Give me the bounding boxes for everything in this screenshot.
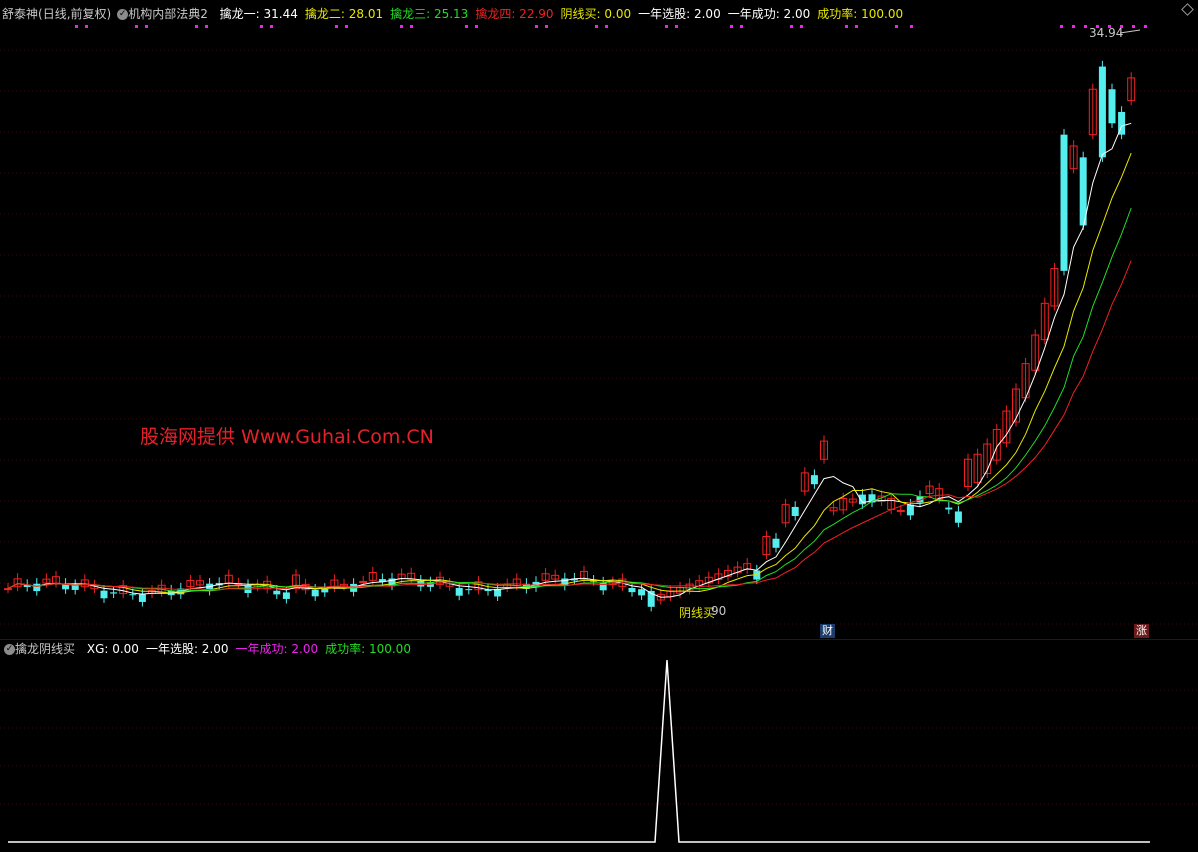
- finance-badge[interactable]: 财: [820, 624, 835, 638]
- signal-dot: [195, 25, 198, 28]
- signal-dot: [595, 25, 598, 28]
- candle-body: [282, 592, 290, 599]
- signal-dot: [605, 25, 608, 28]
- sub-value-1: 一年选股: 2.00: [145, 642, 229, 656]
- signal-dot: [845, 25, 848, 28]
- candle-body: [71, 585, 79, 590]
- candle-body: [129, 594, 137, 596]
- signal-dot: [895, 25, 898, 28]
- signal-dot: [740, 25, 743, 28]
- ma-line-2: [7, 152, 1132, 594]
- candle-body: [1060, 134, 1068, 271]
- indicator-value-5: 一年选股: 2.00: [638, 7, 721, 21]
- xg-line: [8, 659, 1150, 843]
- candle-body: [4, 588, 12, 591]
- indicator-value-3: 擒龙四: 22.90: [475, 7, 554, 21]
- signal-dot: [855, 25, 858, 28]
- signal-dot: [465, 25, 468, 28]
- chart-mode: (日线,前复权): [38, 7, 112, 21]
- signal-dot: [205, 25, 208, 28]
- candle-body: [896, 509, 905, 512]
- signal-dot: [335, 25, 338, 28]
- candle-body: [455, 587, 463, 596]
- indicator-header: ✓ 擒龙阴线买 XG: 0.00 一年选股: 2.00 一年成功: 2.00 成功率: …: [2, 640, 418, 658]
- signal-dot: [1132, 25, 1135, 28]
- watermark: 股海网提供 Www.Guhai.Com.CN: [140, 426, 434, 448]
- signal-dot: [910, 25, 913, 28]
- candle-body: [791, 506, 799, 517]
- signal-dot: [675, 25, 678, 28]
- signal-dot: [75, 25, 78, 28]
- candle-body: [906, 504, 914, 516]
- candle-body: [100, 590, 108, 599]
- signal-value: 90: [711, 604, 727, 618]
- signal-dot: [400, 25, 403, 28]
- limit-up-badge[interactable]: 涨: [1134, 624, 1149, 638]
- candle-body: [110, 592, 118, 594]
- indicator-value-2: 擒龙三: 25.13: [390, 7, 469, 21]
- candle-body: [33, 583, 41, 592]
- indicator-value-6: 一年成功: 2.00: [727, 7, 811, 21]
- candle-body: [772, 538, 780, 548]
- signal-dot: [260, 25, 263, 28]
- ma-line-3: [7, 207, 1132, 592]
- candle-body: [599, 582, 607, 591]
- candle-body: [810, 475, 818, 485]
- signal-dot: [800, 25, 803, 28]
- indicator-value-4: 阴线买: 0.00: [560, 7, 632, 21]
- candle-body: [1108, 89, 1116, 124]
- signal-dot: [345, 25, 348, 28]
- signal-dot: [135, 25, 138, 28]
- candle-body: [321, 588, 329, 593]
- candle-body: [359, 580, 368, 583]
- indicator-values: 擒龙一: 31.44 擒龙二: 28.01 擒龙三: 25.13 擒龙四: 22.90…: [220, 7, 910, 21]
- signal-dot: [535, 25, 538, 28]
- signal-dot: [270, 25, 273, 28]
- signal-dot: [665, 25, 668, 28]
- indicator-value-0: 擒龙一: 31.44: [219, 7, 298, 21]
- indicator-settings-icon[interactable]: ✓: [4, 644, 15, 655]
- signal-dot: [790, 25, 793, 28]
- signal-dot: [1144, 25, 1147, 28]
- indicator-formula[interactable]: 擒龙阴线买: [15, 642, 75, 656]
- signal-dot: [475, 25, 478, 28]
- sub-value-3: 成功率: 100.00: [325, 642, 411, 656]
- signal-dot: [410, 25, 413, 28]
- indicator-sub-values: XG: 0.00 一年选股: 2.00 一年成功: 2.00 成功率: 100.00: [87, 642, 418, 656]
- indicator-value-7: 成功率: 100.00: [817, 7, 904, 21]
- main-chart-panel[interactable]: 舒泰神(日线,前复权) ✓ 机构内部法典2 擒龙一: 31.44 擒龙二: 28.01…: [0, 0, 1198, 640]
- ma-line-1: [7, 122, 1132, 598]
- signal-dot: [1072, 25, 1075, 28]
- candle-body: [945, 507, 953, 510]
- main-chart-header: 舒泰神(日线,前复权) ✓ 机构内部法典2 擒龙一: 31.44 擒龙二: 28.01…: [2, 5, 910, 23]
- candle-body: [465, 589, 473, 591]
- stock-name: 舒泰神: [2, 7, 39, 21]
- signal-label: 阴线买: [679, 606, 716, 620]
- max-price-label: 34.94: [1089, 26, 1124, 40]
- signal-dot: [1060, 25, 1063, 28]
- candle-body: [1098, 66, 1106, 158]
- candle-body: [638, 589, 646, 596]
- candle-body: [138, 594, 146, 602]
- signal-dot: [1084, 25, 1087, 28]
- signal-dot: [85, 25, 88, 28]
- sub-value-2: 一年成功: 2.00: [235, 642, 319, 656]
- indicator-value-1: 擒龙二: 28.01: [304, 7, 384, 21]
- signal-dot: [545, 25, 548, 28]
- indicator-panel[interactable]: ✓ 擒龙阴线买 XG: 0.00 一年选股: 2.00 一年成功: 2.00 成功率: …: [0, 640, 1198, 852]
- candlestick-chart[interactable]: [0, 0, 1198, 640]
- formula-name[interactable]: 机构内部法典2: [128, 7, 208, 21]
- candle-body: [311, 589, 319, 597]
- candle-body: [628, 588, 636, 593]
- candle-body: [954, 511, 962, 523]
- indicator-chart[interactable]: [0, 640, 1198, 852]
- sub-value-0: XG: 0.00: [86, 642, 139, 656]
- candle-body: [273, 590, 281, 595]
- signal-dot: [145, 25, 148, 28]
- settings-icon[interactable]: ✓: [117, 9, 129, 20]
- signal-dot: [730, 25, 733, 28]
